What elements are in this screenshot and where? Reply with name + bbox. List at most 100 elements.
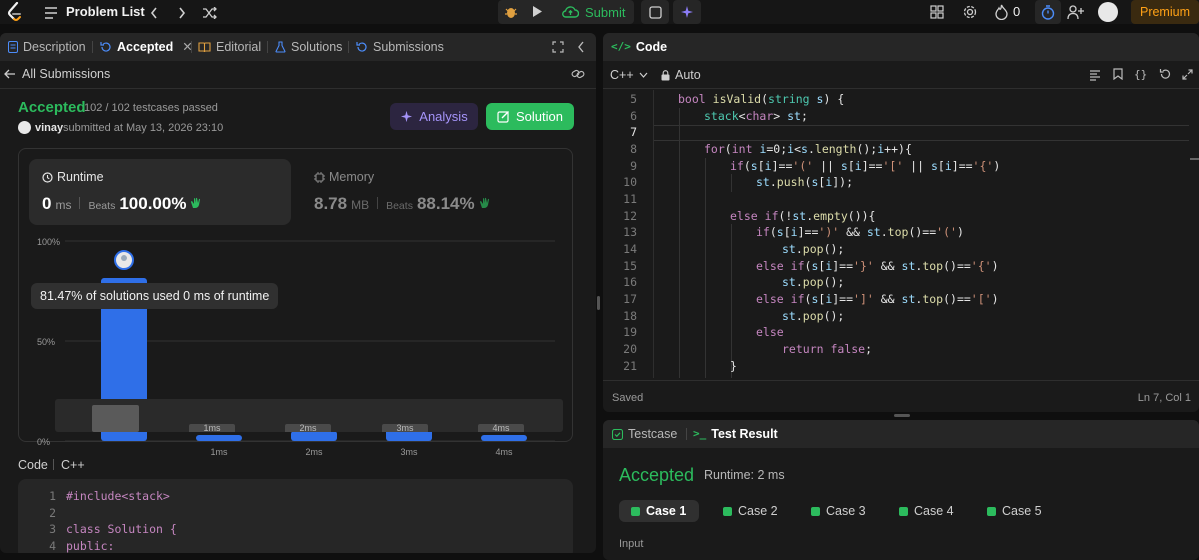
code-line-19: else <box>756 325 784 340</box>
y-tick-label: 100% <box>37 237 60 247</box>
editor-line-number: 8 <box>630 141 637 156</box>
editor-line-number: 12 <box>623 208 637 223</box>
tab-editorial[interactable]: Editorial <box>198 33 261 61</box>
left-panel: Description Accepted ✕ Editorial Solutio… <box>0 33 596 553</box>
case-tab-1[interactable]: Case 1 <box>619 500 699 522</box>
tab-submissions-label: Submissions <box>373 40 444 54</box>
cloud-upload-icon <box>562 6 579 18</box>
notes-button[interactable] <box>641 0 669 24</box>
submitted-time: submitted at May 13, 2026 23:10 <box>63 122 224 134</box>
premium-button[interactable]: Premium <box>1131 0 1199 24</box>
runtime-card[interactable]: Runtime 0 ms Beats 100.00% <box>29 159 291 225</box>
clock-icon <box>42 171 53 183</box>
settings-gear-icon[interactable] <box>962 4 978 23</box>
problem-list-icon[interactable] <box>44 0 58 24</box>
tab-accepted[interactable]: Accepted ✕ <box>100 33 193 61</box>
add-friend-icon[interactable] <box>1067 4 1084 23</box>
leetcode-logo-icon[interactable] <box>7 2 23 22</box>
runtime-bar-1ms[interactable] <box>196 435 242 441</box>
code-line: #include<stack> <box>66 489 170 503</box>
code-editor[interactable]: 5 6 7 8 9 10 11 12 13 14 15 16 17 18 19 20 21 bool isVal… <box>603 90 1199 378</box>
tab-code-label: Code <box>635 40 668 54</box>
tab-submissions[interactable]: Submissions <box>356 33 444 61</box>
share-link-icon[interactable] <box>571 68 585 83</box>
tab-accepted-label: Accepted <box>117 40 174 54</box>
runtime-label: Runtime <box>57 170 104 184</box>
fullscreen-icon[interactable] <box>1182 68 1193 83</box>
horizontal-resize-handle[interactable] <box>894 414 910 417</box>
memory-label: Memory <box>329 170 375 184</box>
description-icon <box>8 41 18 53</box>
next-problem-icon[interactable] <box>178 0 186 24</box>
code-line-15: else if(s[i]=='}' && st.top()=='{') <box>756 258 999 273</box>
case-tab-5[interactable]: Case 5 <box>985 500 1044 522</box>
tab-testcase[interactable]: Testcase <box>612 420 677 448</box>
case-tab-4[interactable]: Case 4 <box>897 500 956 522</box>
lock-icon <box>661 69 670 80</box>
editor-line-number: 6 <box>630 108 637 123</box>
code-line-10: st.push(s[i]); <box>756 175 854 190</box>
edit-icon <box>497 111 509 123</box>
analysis-label: Analysis <box>419 109 468 124</box>
submitter-avatar[interactable] <box>18 121 31 134</box>
format-code-icon[interactable] <box>1089 69 1101 84</box>
code-line-9: if(s[i]=='(' || s[i]=='[' || s[i]=='{') <box>730 158 1001 173</box>
braces-icon[interactable]: {} <box>1134 68 1147 81</box>
solution-button[interactable]: Solution <box>486 103 574 130</box>
tab-code[interactable]: </> Code <box>611 33 667 61</box>
collapse-panel-icon[interactable] <box>577 41 585 56</box>
clap-icon <box>191 197 201 208</box>
minimap-bar-label: 4ms <box>478 424 524 432</box>
code-section-label: Code <box>18 458 48 472</box>
runtime-value: 0 <box>42 194 52 213</box>
case-tab-2[interactable]: Case 2 <box>721 500 780 522</box>
submission-status: Accepted <box>18 99 86 116</box>
terminal-icon: >_ <box>693 427 707 440</box>
debug-icon[interactable] <box>504 4 518 22</box>
chart-minimap[interactable]: 1ms 2ms 3ms 4ms <box>55 399 563 432</box>
auto-mode-toggle[interactable]: Auto <box>661 68 701 82</box>
user-avatar[interactable] <box>1098 2 1118 22</box>
submit-button[interactable]: Submit <box>556 0 634 24</box>
y-tick-label: 50% <box>37 337 55 347</box>
tab-test-result[interactable]: >_ Test Result <box>693 420 778 448</box>
run-icon[interactable] <box>532 5 543 21</box>
tab-description[interactable]: Description <box>8 33 86 61</box>
cursor-position[interactable]: Ln 7, Col 1 <box>1138 392 1191 404</box>
prev-problem-icon[interactable] <box>150 0 158 24</box>
reset-code-icon[interactable] <box>1159 68 1171 83</box>
case-tab-3[interactable]: Case 3 <box>809 500 868 522</box>
line-number: 3 <box>49 522 56 536</box>
problem-list-title[interactable]: Problem List <box>66 0 145 24</box>
case-label: Case 4 <box>914 504 954 518</box>
submitted-code-block[interactable]: 1 #include<stack> 2 3 class Solution {4 publi… <box>18 479 573 553</box>
bookmark-icon[interactable] <box>1113 68 1123 83</box>
runtime-beats-label: Beats <box>88 200 116 212</box>
layout-grid-icon[interactable] <box>930 5 944 22</box>
minimap-bar-label: 3ms <box>382 424 428 432</box>
minimap-selected-bar[interactable] <box>92 405 139 432</box>
all-submissions-link[interactable]: All Submissions <box>4 67 110 81</box>
timer-button[interactable] <box>1035 0 1061 24</box>
ai-assistant-button[interactable] <box>673 0 701 24</box>
streak-flame-icon[interactable] <box>995 4 1008 23</box>
line-number: 1 <box>49 489 56 503</box>
tab-solutions[interactable]: Solutions <box>275 33 342 61</box>
language-select[interactable]: C++ <box>610 68 648 82</box>
shuffle-icon[interactable] <box>202 0 217 24</box>
analysis-button[interactable]: Analysis <box>390 103 478 130</box>
code-language-label: C++ <box>61 458 85 472</box>
code-line: class Solution { <box>66 522 177 536</box>
vertical-resize-handle[interactable] <box>597 296 600 310</box>
runtime-bar-2ms[interactable] <box>291 431 337 441</box>
memory-card[interactable]: Memory 8.78 MB Beats 88.14% <box>302 159 564 225</box>
tab-test-result-label: Test Result <box>711 427 778 441</box>
maximize-icon[interactable] <box>552 41 564 56</box>
submitter-name[interactable]: vinay <box>35 122 63 134</box>
tab-description-label: Description <box>23 40 86 54</box>
note-icon <box>648 5 662 19</box>
sparkle-icon <box>401 110 413 123</box>
runtime-bar-4ms[interactable] <box>481 435 527 441</box>
back-arrow-icon <box>4 69 15 79</box>
top-bar: Problem List Submit 0 Premium <box>0 0 1199 24</box>
